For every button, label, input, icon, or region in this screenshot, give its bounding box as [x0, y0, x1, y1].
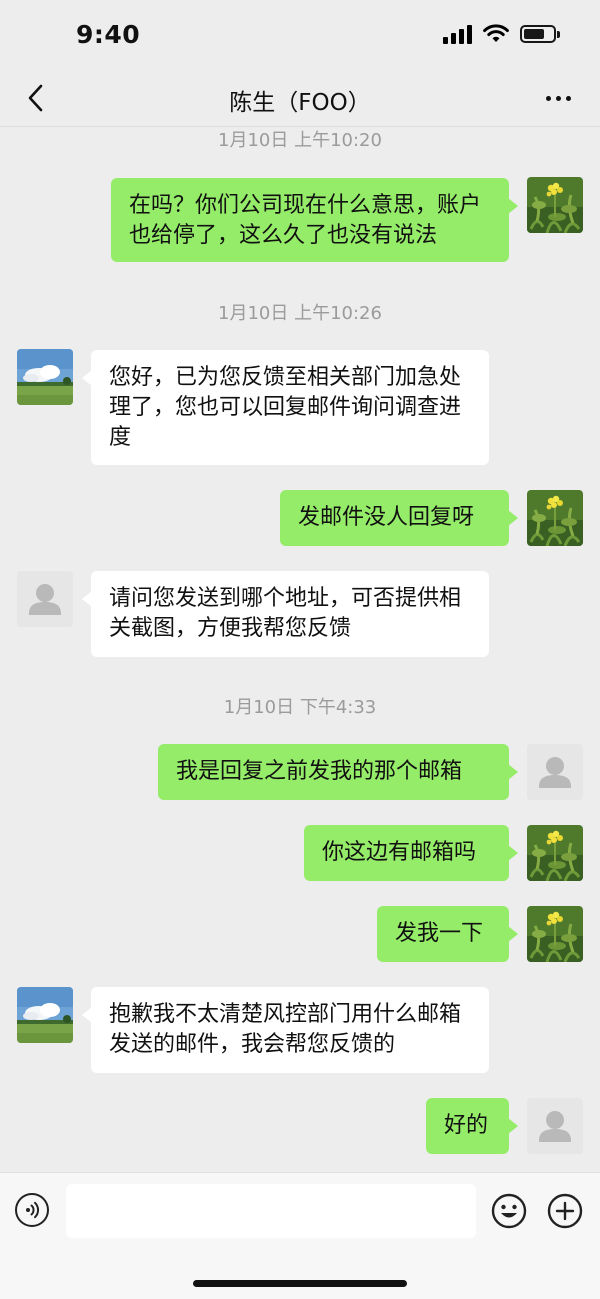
timestamp: 1月10日 下午4:33: [223, 697, 377, 718]
battery-icon: [520, 25, 560, 43]
message-bubble-received[interactable]: 抱歉我不太清楚风控部门用什么邮箱发送的邮件，我会帮您反馈的: [82, 987, 489, 1073]
cellular-signal-icon: [443, 24, 472, 44]
voice-button[interactable]: [15, 1193, 49, 1227]
message-bubble-sent[interactable]: 发我一下: [377, 906, 518, 962]
status-time: 9:40: [76, 20, 141, 49]
chat-header: 陈生（FOO）: [0, 70, 600, 127]
message-list[interactable]: 1月10日 上午10:20 在吗？你们公司现在什么意思，账户也给停了，这么久了也…: [0, 126, 600, 1172]
plus-icon[interactable]: [547, 1193, 583, 1229]
voice-icon: [26, 1201, 39, 1219]
more-icon-dot: [555, 95, 561, 101]
more-icon-dot: [565, 95, 571, 101]
avatar-default-user[interactable]: [17, 571, 73, 627]
message-bubble-received[interactable]: 您好，已为您反馈至相关部门加急处理了，您也可以回复邮件询问调查进度: [82, 350, 489, 465]
message-bubble-sent[interactable]: 你这边有邮箱吗: [304, 825, 518, 881]
message-bubble-received[interactable]: 请问您发送到哪个地址，可否提供相关截图，方便我帮您反馈: [82, 571, 489, 657]
emoji-icon[interactable]: [491, 1193, 527, 1229]
status-bar: 9:40: [0, 0, 600, 70]
avatar-rapeseed-flower[interactable]: [527, 825, 583, 881]
message-bubble-sent[interactable]: 我是回复之前发我的那个邮箱: [158, 744, 518, 800]
more-button[interactable]: [538, 86, 578, 110]
message-input[interactable]: [66, 1184, 476, 1238]
avatar-landscape[interactable]: [17, 987, 73, 1043]
chat-title: 陈生（FOO）: [229, 90, 371, 116]
avatar-rapeseed-flower[interactable]: [527, 490, 583, 546]
timestamp: 1月10日 上午10:26: [218, 303, 382, 324]
timestamp: 1月10日 上午10:20: [218, 130, 382, 151]
message-bubble-sent[interactable]: 好的: [426, 1098, 518, 1154]
wifi-icon: [483, 24, 509, 42]
more-icon-dot: [545, 95, 551, 101]
avatar-rapeseed-flower[interactable]: [527, 177, 583, 233]
status-icons: [443, 24, 560, 44]
home-indicator[interactable]: [193, 1280, 407, 1287]
avatar-landscape[interactable]: [17, 349, 73, 405]
message-bubble-sent[interactable]: 发邮件没人回复呀: [280, 490, 518, 546]
message-bubble-sent[interactable]: 在吗？你们公司现在什么意思，账户也给停了，这么久了也没有说法: [111, 178, 518, 262]
avatar-rapeseed-flower[interactable]: [527, 906, 583, 962]
avatar-default-user[interactable]: [527, 1098, 583, 1154]
avatar-default-user[interactable]: [527, 744, 583, 800]
